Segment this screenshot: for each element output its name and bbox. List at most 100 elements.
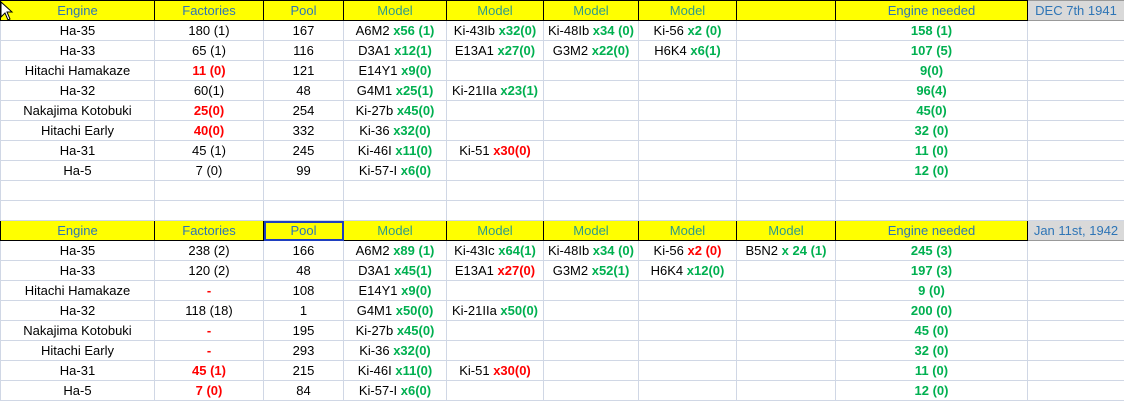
model-cell[interactable]: Ki-43Ic x64(1) [446, 240, 544, 261]
model-cell[interactable] [543, 320, 639, 341]
pool-cell[interactable]: 116 [263, 40, 344, 61]
model-cell[interactable] [446, 320, 544, 341]
engine-needed-cell[interactable]: 12 (0) [835, 160, 1028, 181]
factories-cell[interactable]: 45 (1) [154, 140, 264, 161]
pool-cell[interactable]: 48 [263, 260, 344, 281]
header-cell[interactable]: Model [343, 0, 447, 21]
engine-cell[interactable]: Ha-31 [0, 140, 155, 161]
empty-cell[interactable] [543, 200, 639, 221]
empty-cell[interactable] [1027, 320, 1124, 341]
engine-cell[interactable]: Nakajima Kotobuki [0, 320, 155, 341]
empty-cell[interactable] [1027, 360, 1124, 381]
factories-cell[interactable]: 60(1) [154, 80, 264, 101]
model-cell[interactable] [638, 140, 737, 161]
header-cell[interactable]: Engine [0, 0, 155, 21]
header-cell[interactable]: Model [446, 0, 544, 21]
empty-cell[interactable] [1027, 340, 1124, 361]
header-cell[interactable]: Factories [154, 220, 264, 241]
header-cell[interactable]: Model [736, 220, 836, 241]
model-cell[interactable]: Ki-46I x11(0) [343, 360, 447, 381]
empty-cell[interactable] [154, 200, 264, 221]
model-cell[interactable] [543, 60, 639, 81]
engine-cell[interactable]: Nakajima Kotobuki [0, 100, 155, 121]
factories-cell[interactable]: 25(0) [154, 100, 264, 121]
pool-cell[interactable]: 84 [263, 380, 344, 401]
empty-cell[interactable] [835, 200, 1028, 221]
model-cell[interactable]: D3A1 x12(1) [343, 40, 447, 61]
empty-cell[interactable] [1027, 300, 1124, 321]
factories-cell[interactable]: 120 (2) [154, 260, 264, 281]
empty-cell[interactable] [0, 200, 155, 221]
engine-needed-cell[interactable]: 11 (0) [835, 360, 1028, 381]
model-cell[interactable]: Ki-46I x11(0) [343, 140, 447, 161]
pool-cell[interactable]: 293 [263, 340, 344, 361]
model-cell[interactable]: Ki-27b x45(0) [343, 100, 447, 121]
model-cell[interactable] [543, 280, 639, 301]
empty-cell[interactable] [1027, 40, 1124, 61]
pool-cell[interactable]: 245 [263, 140, 344, 161]
model-cell[interactable]: Ki-51 x30(0) [446, 360, 544, 381]
model-cell[interactable] [446, 380, 544, 401]
model-cell[interactable] [543, 100, 639, 121]
model-cell[interactable] [736, 280, 836, 301]
factories-cell[interactable]: 118 (18) [154, 300, 264, 321]
engine-cell[interactable]: Hitachi Early [0, 120, 155, 141]
empty-cell[interactable] [736, 200, 836, 221]
header-cell[interactable]: Model [638, 0, 737, 21]
engine-needed-cell[interactable]: 9(0) [835, 60, 1028, 81]
engine-needed-cell[interactable]: 200 (0) [835, 300, 1028, 321]
model-cell[interactable]: Ki-36 x32(0) [343, 120, 447, 141]
engine-cell[interactable]: Hitachi Hamakaze [0, 280, 155, 301]
engine-needed-cell[interactable]: 32 (0) [835, 340, 1028, 361]
engine-cell[interactable]: Ha-35 [0, 20, 155, 41]
engine-cell[interactable]: Ha-32 [0, 80, 155, 101]
engine-needed-cell[interactable]: 12 (0) [835, 380, 1028, 401]
header-cell[interactable]: Engine needed [835, 220, 1028, 241]
engine-cell[interactable]: Ha-33 [0, 260, 155, 281]
empty-cell[interactable] [1027, 20, 1124, 41]
pool-cell[interactable]: 215 [263, 360, 344, 381]
engine-cell[interactable]: Ha-33 [0, 40, 155, 61]
pool-cell[interactable]: 1 [263, 300, 344, 321]
engine-cell[interactable]: Ha-35 [0, 240, 155, 261]
model-cell[interactable] [446, 280, 544, 301]
header-cell[interactable] [736, 0, 836, 21]
model-cell[interactable] [638, 380, 737, 401]
model-cell[interactable]: Ki-51 x30(0) [446, 140, 544, 161]
empty-cell[interactable] [0, 180, 155, 201]
model-cell[interactable]: A6M2 x89 (1) [343, 240, 447, 261]
factories-cell[interactable]: 40(0) [154, 120, 264, 141]
pool-cell[interactable]: 48 [263, 80, 344, 101]
model-cell[interactable] [446, 340, 544, 361]
empty-cell[interactable] [263, 200, 344, 221]
model-cell[interactable] [638, 100, 737, 121]
engine-needed-cell[interactable]: 107 (5) [835, 40, 1028, 61]
engine-cell[interactable]: Hitachi Early [0, 340, 155, 361]
model-cell[interactable] [543, 340, 639, 361]
factories-cell[interactable]: - [154, 280, 264, 301]
model-cell[interactable] [736, 120, 836, 141]
header-cell[interactable]: Pool [263, 0, 344, 21]
pool-cell[interactable]: 108 [263, 280, 344, 301]
model-cell[interactable]: Ki-27b x45(0) [343, 320, 447, 341]
empty-cell[interactable] [543, 180, 639, 201]
model-cell[interactable]: G3M2 x22(0) [543, 40, 639, 61]
header-cell[interactable]: Engine needed [835, 0, 1028, 21]
model-cell[interactable]: E13A1 x27(0) [446, 40, 544, 61]
engine-needed-cell[interactable]: 45(0) [835, 100, 1028, 121]
model-cell[interactable] [446, 60, 544, 81]
factories-cell[interactable]: 65 (1) [154, 40, 264, 61]
empty-cell[interactable] [1027, 180, 1124, 201]
factories-cell[interactable]: 238 (2) [154, 240, 264, 261]
model-cell[interactable] [543, 300, 639, 321]
model-cell[interactable] [543, 120, 639, 141]
header-cell[interactable]: Model [446, 220, 544, 241]
model-cell[interactable] [736, 300, 836, 321]
model-cell[interactable]: G4M1 x25(1) [343, 80, 447, 101]
engine-cell[interactable]: Ha-31 [0, 360, 155, 381]
model-cell[interactable]: Ki-43Ib x32(0) [446, 20, 544, 41]
model-cell[interactable] [543, 360, 639, 381]
model-cell[interactable] [543, 80, 639, 101]
empty-cell[interactable] [736, 180, 836, 201]
factories-cell[interactable]: 11 (0) [154, 60, 264, 81]
